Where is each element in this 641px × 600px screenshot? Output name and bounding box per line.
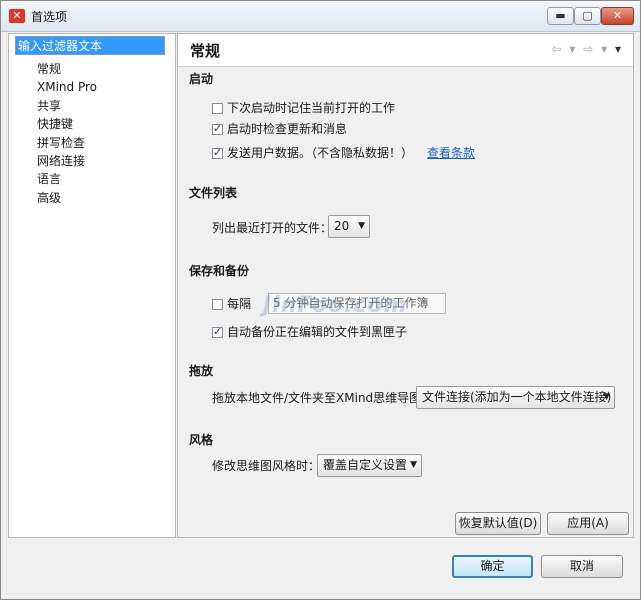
window-title: 首选项	[31, 10, 68, 24]
send-data-checkbox[interactable]	[212, 145, 223, 161]
forward-arrow-icon[interactable]: ⇨ ▾	[583, 42, 609, 56]
xmind-logo-icon: ✕	[9, 9, 25, 23]
autosave-label: 每隔	[227, 297, 252, 311]
watermark: JinFoo.com	[263, 293, 408, 318]
remember-workbooks-label: 下次启动时记住当前打开的工作	[227, 101, 396, 115]
file-list-heading: 文件列表	[189, 186, 238, 200]
chevron-down-icon: ▼	[603, 392, 610, 402]
sidebar-item-general[interactable]: 常规	[37, 60, 97, 78]
chevron-down-icon: ▼	[410, 460, 417, 470]
preferences-window: ✕ 首选项 ▬ ▢ ✕ 常规 XMind Pro 共享 快捷键 拼写检查 网络连…	[0, 0, 641, 600]
title-bar[interactable]: ✕ 首选项 ▬ ▢ ✕	[1, 1, 640, 32]
sidebar-item-spelling[interactable]: 拼写检查	[37, 134, 97, 152]
restore-defaults-button[interactable]: 恢复默认值(D)	[455, 512, 541, 535]
send-data-option[interactable]: 发送用户数据。（不含隐私数据！） 查看条款	[212, 145, 475, 161]
back-arrow-icon[interactable]: ⇦ ▾	[552, 42, 578, 56]
check-updates-checkbox[interactable]	[212, 121, 223, 137]
sidebar-item-language[interactable]: 语言	[37, 170, 97, 188]
sidebar-item-network[interactable]: 网络连接	[37, 152, 97, 170]
check-updates-option[interactable]: 启动时检查更新和消息	[212, 121, 347, 137]
chevron-down-icon: ▼	[358, 221, 365, 231]
send-data-label: 发送用户数据。（不含隐私数据！）	[227, 146, 414, 160]
close-button[interactable]: ✕	[601, 7, 634, 25]
startup-heading: 启动	[189, 72, 214, 86]
apply-button[interactable]: 应用(A)	[547, 512, 629, 535]
minimize-button[interactable]: ▬	[547, 7, 574, 25]
preferences-sidebar: 常规 XMind Pro 共享 快捷键 拼写检查 网络连接 语言 高级	[8, 33, 176, 538]
ok-button[interactable]: 确定	[452, 555, 533, 578]
view-menu-icon[interactable]: ▾	[615, 42, 623, 56]
remember-workbooks-option[interactable]: 下次启动时记住当前打开的工作	[212, 100, 395, 116]
page-navigation: ⇦ ▾ ⇨ ▾ ▾	[552, 42, 624, 56]
sidebar-item-advanced[interactable]: 高级	[37, 189, 97, 207]
drag-drop-select[interactable]: 文件连接(添加为一个本地文件连接) ▼	[416, 386, 615, 409]
page-title: 常规	[190, 42, 221, 60]
sidebar-item-sharing[interactable]: 共享	[37, 97, 97, 115]
drag-drop-heading: 拖放	[189, 364, 214, 378]
sidebar-item-shortcuts[interactable]: 快捷键	[37, 115, 97, 133]
autobackup-option[interactable]: 自动备份正在编辑的文件到黑匣子	[212, 324, 407, 340]
maximize-button[interactable]: ▢	[574, 7, 601, 25]
cancel-button[interactable]: 取消	[541, 555, 623, 578]
sidebar-item-xmind-pro[interactable]: XMind Pro	[37, 78, 97, 96]
recent-files-label: 列出最近打开的文件：	[212, 221, 333, 235]
style-change-select[interactable]: 覆盖自定义设置 ▼	[317, 454, 422, 477]
style-change-value: 覆盖自定义设置	[323, 458, 408, 472]
drag-drop-label: 拖放本地文件/文件夹至XMind思维导图:	[212, 391, 426, 405]
preferences-page: 常规 ⇦ ▾ ⇨ ▾ ▾ 启动 下次启动时记住当前打开的工作 启动时检查更新和消…	[177, 33, 634, 538]
drag-drop-value: 文件连接(添加为一个本地文件连接)	[422, 390, 612, 404]
autobackup-label: 自动备份正在编辑的文件到黑匣子	[227, 325, 408, 339]
save-backup-heading: 保存和备份	[189, 264, 250, 278]
page-header: 常规 ⇦ ▾ ⇨ ▾ ▾	[178, 34, 633, 67]
autobackup-checkbox[interactable]	[212, 324, 223, 340]
view-terms-link[interactable]: 查看条款	[427, 146, 475, 160]
autosave-option[interactable]: 每隔	[212, 296, 251, 312]
style-heading: 风格	[189, 433, 214, 447]
autosave-checkbox[interactable]	[212, 299, 223, 310]
check-updates-label: 启动时检查更新和消息	[227, 122, 348, 136]
style-change-label: 修改思维图风格时：	[212, 459, 321, 473]
filter-input[interactable]	[15, 36, 165, 55]
recent-files-select[interactable]: 20 ▼	[328, 215, 370, 238]
preferences-tree: 常规 XMind Pro 共享 快捷键 拼写检查 网络连接 语言 高级	[37, 60, 97, 207]
recent-files-value: 20	[334, 219, 350, 233]
remember-workbooks-checkbox[interactable]	[212, 103, 223, 114]
